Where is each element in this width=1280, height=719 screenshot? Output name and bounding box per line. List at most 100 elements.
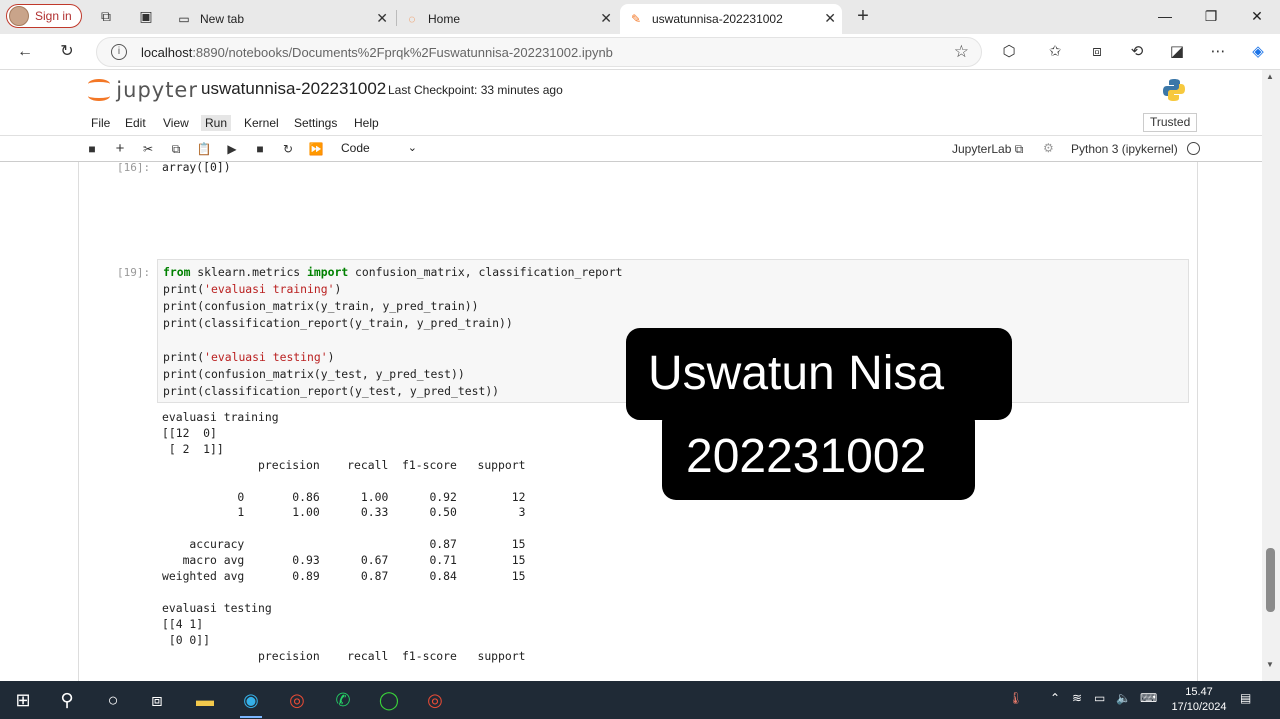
restart-icon[interactable]: ↻ — [280, 141, 296, 157]
close-window-icon[interactable]: ✕ — [1234, 0, 1280, 34]
workspaces-icon[interactable]: ⧉ — [98, 8, 114, 24]
history-icon[interactable]: ⟲ — [1127, 42, 1147, 62]
code-line: print('evaluasi training') — [163, 282, 342, 296]
system-clock[interactable]: 15.47 17/10/2024 — [1170, 685, 1228, 715]
jupyter-menubar: File Edit View Run Kernel Settings Help … — [0, 110, 1262, 136]
code-line: print(confusion_matrix(y_train, y_pred_t… — [163, 299, 479, 313]
menu-help[interactable]: Help — [350, 115, 383, 131]
keyboard-icon[interactable]: ⌨ — [1140, 691, 1157, 705]
cell-prompt: [19]: — [117, 266, 151, 279]
stop-icon[interactable]: ■ — [252, 141, 268, 157]
copy-icon[interactable]: ⧉ — [168, 141, 184, 157]
tab-notebook[interactable]: ✎ uswatunnisa-202231002 ✕ — [620, 4, 842, 34]
tab-new-tab[interactable]: ▭ New tab ✕ — [168, 4, 394, 34]
tab-actions-icon[interactable]: ▣ — [138, 8, 154, 24]
overlay-id: 202231002 — [686, 430, 927, 483]
windows-taskbar: ⊞ ⚲ ○ ⧈ ▬ ◉ ◎ ✆ ◯ ◎ 🌡 ⌃ ≋ ▭ 🔈 ⌨ 15.47 17… — [0, 681, 1280, 719]
jupyter-logo-text: jupyter — [116, 78, 198, 102]
search-icon[interactable]: ⚲ — [52, 685, 82, 715]
url-path: :8890/notebooks/Documents%2Fprqk%2Fuswat… — [192, 44, 613, 60]
task-view-icon[interactable]: ⧈ — [142, 685, 172, 715]
battery-icon[interactable]: ▭ — [1094, 691, 1105, 705]
chevron-down-icon: ⌄ — [407, 142, 417, 154]
copilot-icon[interactable]: ◈ — [1248, 42, 1268, 62]
file-explorer-icon[interactable]: ▬ — [190, 685, 220, 715]
window-controls: — ❐ ✕ — [1142, 0, 1280, 34]
refresh-icon[interactable]: ↻ — [56, 41, 78, 63]
paste-icon[interactable]: 📋 — [196, 141, 212, 157]
menu-edit[interactable]: Edit — [121, 115, 150, 131]
favorite-star-icon[interactable]: ☆ — [954, 42, 969, 62]
sign-in-label: Sign in — [35, 9, 72, 23]
close-icon[interactable]: ✕ — [600, 10, 612, 27]
info-icon[interactable]: i — [111, 44, 127, 60]
show-hidden-icons-icon[interactable]: ⌃ — [1050, 691, 1060, 705]
edge-icon[interactable]: ◉ — [236, 685, 266, 718]
kernel-status-icon — [1187, 142, 1200, 155]
notifications-icon[interactable]: ▤ — [1240, 691, 1251, 705]
collections-icon[interactable]: ⧈ — [1087, 42, 1107, 62]
minimize-icon[interactable]: — — [1142, 0, 1188, 34]
app-ring-icon[interactable]: ◯ — [374, 685, 404, 715]
notebook-icon: ✎ — [630, 12, 642, 26]
address-bar-row: ← ↻ i localhost:8890/notebooks/Documents… — [0, 34, 1280, 70]
new-tab-icon: ▭ — [178, 12, 190, 26]
chrome-alt-icon[interactable]: ◎ — [420, 685, 450, 715]
chrome-icon[interactable]: ◎ — [282, 685, 312, 715]
tab-home[interactable]: ◌ Home ✕ — [396, 4, 618, 34]
jupyter-logo-icon — [88, 77, 110, 103]
menu-run[interactable]: Run — [201, 115, 232, 131]
jupyter-icon: ◌ — [408, 12, 416, 26]
menu-file[interactable]: File — [87, 115, 114, 131]
new-tab-plus-icon[interactable]: + — [855, 6, 871, 26]
restore-icon[interactable]: ❐ — [1188, 0, 1234, 34]
scroll-down-icon[interactable]: ▼ — [1266, 660, 1274, 669]
kernel-settings-icon[interactable]: ⚙ — [1043, 141, 1054, 155]
windows-start-icon[interactable]: ⊞ — [8, 685, 38, 715]
url-input[interactable]: i localhost:8890/notebooks/Documents%2Fp… — [96, 37, 982, 67]
sign-in-button[interactable]: Sign in — [6, 4, 82, 28]
jupyter-logo[interactable]: jupyter — [88, 74, 198, 106]
checkpoint-status: Last Checkpoint: 33 minutes ago — [388, 83, 563, 97]
wifi-icon[interactable]: ≋ — [1072, 691, 1082, 705]
back-icon[interactable]: ← — [14, 41, 36, 63]
more-menu-icon[interactable]: ⋯ — [1208, 42, 1228, 62]
cut-icon[interactable]: ✂ — [140, 141, 156, 157]
cell-type-select[interactable]: Code ⌄ — [341, 141, 417, 155]
save-icon[interactable]: ■ — [84, 141, 100, 157]
favorites-icon[interactable]: ✩ — [1045, 42, 1065, 62]
jupyterlab-link[interactable]: JupyterLab ⧉ — [952, 142, 1023, 157]
name-overlay: Uswatun Nisa 202231002 — [626, 328, 1012, 500]
extensions-icon[interactable]: ⬡ — [999, 42, 1019, 62]
temperature-icon[interactable]: 🌡 — [1008, 691, 1023, 705]
kernel-name[interactable]: Python 3 (ipykernel) — [1071, 142, 1178, 156]
avatar — [9, 6, 29, 26]
scroll-up-icon[interactable]: ▲ — [1266, 72, 1274, 81]
cell-type-value: Code — [341, 141, 370, 155]
jupyter-page: jupyter uswatunnisa-202231002 Last Check… — [0, 70, 1262, 681]
close-icon[interactable]: ✕ — [824, 10, 836, 27]
notebook-toolbar: ■ + ✂ ⧉ 📋 ▶ ■ ↻ ⏩ Code ⌄ JupyterLab ⧉ ⚙ … — [0, 136, 1262, 162]
close-icon[interactable]: ✕ — [376, 10, 388, 27]
run-icon[interactable]: ▶ — [224, 141, 240, 157]
volume-icon[interactable]: 🔈 — [1116, 691, 1131, 705]
menu-view[interactable]: View — [159, 115, 193, 131]
url-host: localhost — [141, 44, 193, 60]
cell-prompt: [16]: — [117, 162, 151, 174]
notebook-title[interactable]: uswatunnisa-202231002 — [201, 79, 386, 99]
cortana-icon[interactable]: ○ — [98, 685, 128, 715]
whatsapp-icon[interactable]: ✆ — [328, 685, 358, 715]
page-scrollbar[interactable]: ▲ ▼ — [1262, 70, 1280, 681]
restart-run-all-icon[interactable]: ⏩ — [308, 141, 324, 157]
code-line: from sklearn.metrics import confusion_ma… — [163, 265, 623, 279]
screenshot-icon[interactable]: ◪ — [1167, 42, 1187, 62]
menu-settings[interactable]: Settings — [290, 115, 341, 131]
overlay-name: Uswatun Nisa — [648, 347, 945, 400]
menu-kernel[interactable]: Kernel — [240, 115, 283, 131]
browser-tab-bar: Sign in ⧉ ▣ ▭ New tab ✕ ◌ Home ✕ ✎ uswat… — [0, 0, 1280, 34]
scrollbar-thumb[interactable] — [1266, 548, 1275, 612]
trusted-badge[interactable]: Trusted — [1143, 113, 1198, 132]
external-link-icon: ⧉ — [1014, 142, 1024, 156]
insert-cell-icon[interactable]: + — [112, 141, 128, 157]
jupyter-header: jupyter uswatunnisa-202231002 Last Check… — [0, 70, 1262, 110]
